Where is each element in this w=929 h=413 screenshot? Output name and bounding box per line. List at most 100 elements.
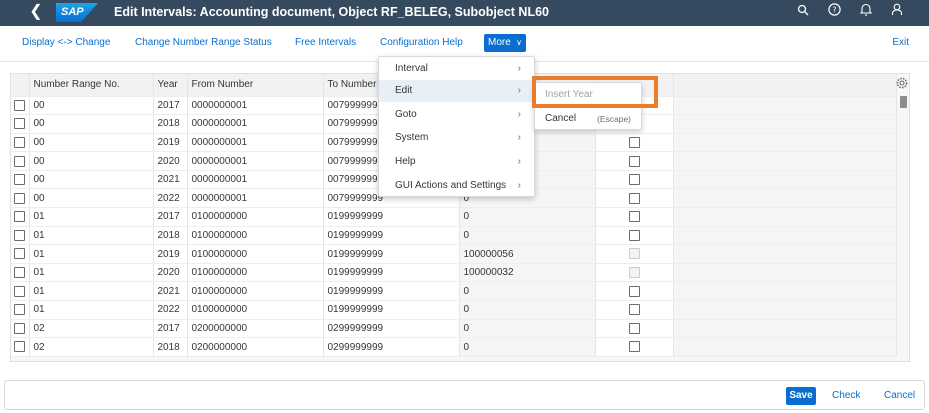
column-header-number-range[interactable]: Number Range No. <box>29 74 154 97</box>
settings-icon[interactable] <box>896 77 908 89</box>
display-change-button[interactable]: Display <-> Change <box>22 37 110 48</box>
back-icon[interactable]: ❮ <box>26 2 46 22</box>
menu-item-edit[interactable]: Edit › <box>379 80 534 102</box>
table-row[interactable]: 01 2017 0100000000 0199999999 0 <box>11 207 897 227</box>
row-selector-cell[interactable] <box>11 96 30 116</box>
cell-from-number[interactable]: 0000000001 <box>187 133 324 153</box>
exit-button[interactable]: Exit <box>892 37 909 48</box>
save-button[interactable]: Save <box>786 387 816 405</box>
row-selector-cell[interactable] <box>11 319 30 339</box>
row-selector-cell[interactable] <box>11 114 30 134</box>
row-select-checkbox[interactable] <box>14 174 25 186</box>
row-select-checkbox[interactable] <box>14 322 25 334</box>
row-selector-cell[interactable] <box>11 263 30 283</box>
column-header-from[interactable]: From Number <box>187 74 324 97</box>
row-select-checkbox[interactable] <box>14 285 25 297</box>
cell-external <box>595 300 674 320</box>
row-select-checkbox[interactable] <box>14 304 25 316</box>
page-title: Edit Intervals: Accounting document, Obj… <box>114 5 550 19</box>
external-checkbox[interactable] <box>628 192 640 204</box>
cancel-button[interactable]: Cancel <box>884 390 915 401</box>
cell-to-number[interactable]: 0199999999 <box>323 244 460 264</box>
row-select-checkbox[interactable] <box>14 118 25 130</box>
row-select-checkbox[interactable] <box>14 229 25 241</box>
external-checkbox[interactable] <box>628 211 640 223</box>
cell-year: 2022 <box>153 300 188 320</box>
row-selector-cell[interactable] <box>11 207 30 227</box>
cancel-menu-item[interactable]: Cancel <box>545 113 576 124</box>
table-row[interactable]: 02 2017 0200000000 0299999999 0 <box>11 319 897 339</box>
row-selector-cell[interactable] <box>11 281 30 302</box>
vertical-scrollbar[interactable] <box>900 96 907 108</box>
table-row[interactable]: 01 2020 0100000000 0199999999 100000032 <box>11 263 897 283</box>
cell-to-number[interactable]: 0199999999 <box>323 207 460 227</box>
external-checkbox[interactable] <box>628 229 640 241</box>
row-select-checkbox[interactable] <box>14 341 25 353</box>
cell-from-number[interactable]: 0000000001 <box>187 151 324 171</box>
row-select-checkbox[interactable] <box>14 99 25 111</box>
check-button[interactable]: Check <box>832 390 860 401</box>
search-icon[interactable] <box>794 3 812 21</box>
row-selector-cell[interactable] <box>11 337 30 357</box>
menu-item-system[interactable]: System › <box>379 127 534 149</box>
user-icon[interactable] <box>888 3 906 21</box>
cell-from-number[interactable]: 0100000000 <box>187 300 324 320</box>
cell-from-number[interactable]: 0000000001 <box>187 96 324 116</box>
external-checkbox[interactable] <box>628 155 640 167</box>
cell-to-number[interactable]: 0199999999 <box>323 263 460 283</box>
cell-from-number[interactable]: 0000000001 <box>187 188 324 209</box>
external-checkbox[interactable] <box>628 136 640 148</box>
cell-from-number[interactable]: 0200000000 <box>187 337 324 357</box>
row-selector-cell[interactable] <box>11 151 30 171</box>
menu-item-gui-actions[interactable]: GUI Actions and Settings › <box>379 175 534 197</box>
row-select-checkbox[interactable] <box>14 211 25 223</box>
table-row[interactable]: 01 2018 0100000000 0199999999 0 <box>11 226 897 246</box>
row-selector-cell[interactable] <box>11 170 30 190</box>
table-row[interactable]: 01 2022 0100000000 0199999999 0 <box>11 300 897 320</box>
table-row[interactable]: 01 2019 0100000000 0199999999 100000056 <box>11 244 897 264</box>
row-selector-cell[interactable] <box>11 133 30 153</box>
cell-year: 2017 <box>153 207 188 227</box>
cell-from-number[interactable]: 0100000000 <box>187 263 324 283</box>
cell-from-number[interactable]: 0100000000 <box>187 207 324 227</box>
cell-from-number[interactable]: 0100000000 <box>187 244 324 264</box>
more-button[interactable]: More ∨ <box>484 34 526 52</box>
row-selector-cell[interactable] <box>11 188 30 209</box>
cell-from-number[interactable]: 0100000000 <box>187 281 324 302</box>
cell-from-number[interactable]: 0000000001 <box>187 114 324 134</box>
external-checkbox[interactable] <box>628 174 640 186</box>
cell-to-number[interactable]: 0299999999 <box>323 337 460 357</box>
cell-to-number[interactable]: 0199999999 <box>323 226 460 246</box>
help-icon[interactable]: ? <box>825 3 843 21</box>
row-selector-cell[interactable] <box>11 244 30 264</box>
row-select-checkbox[interactable] <box>14 267 25 279</box>
cell-to-number[interactable]: 0299999999 <box>323 319 460 339</box>
cell-to-number[interactable]: 0199999999 <box>323 281 460 302</box>
table-row[interactable]: 01 2021 0100000000 0199999999 0 <box>11 281 897 302</box>
menu-item-goto[interactable]: Goto › <box>379 104 534 126</box>
external-checkbox[interactable] <box>628 322 640 334</box>
row-selector-cell[interactable] <box>11 300 30 320</box>
cell-from-number[interactable]: 0000000001 <box>187 170 324 190</box>
cell-year: 2018 <box>153 114 188 134</box>
cell-from-number[interactable]: 0100000000 <box>187 226 324 246</box>
table-row[interactable]: 02 2018 0200000000 0299999999 0 <box>11 337 897 357</box>
configuration-help-button[interactable]: Configuration Help <box>380 37 463 48</box>
row-select-checkbox[interactable] <box>14 155 25 167</box>
external-checkbox[interactable] <box>628 304 640 316</box>
external-checkbox[interactable] <box>628 285 640 297</box>
cell-number-range: 01 <box>29 263 154 283</box>
cell-from-number[interactable]: 0200000000 <box>187 319 324 339</box>
row-select-checkbox[interactable] <box>14 136 25 148</box>
row-select-checkbox[interactable] <box>14 248 25 260</box>
cell-to-number[interactable]: 0199999999 <box>323 300 460 320</box>
row-selector-cell[interactable] <box>11 226 30 246</box>
menu-item-interval[interactable]: Interval › <box>379 58 534 80</box>
free-intervals-button[interactable]: Free Intervals <box>295 37 356 48</box>
column-header-year[interactable]: Year <box>153 74 188 97</box>
change-status-button[interactable]: Change Number Range Status <box>135 37 272 48</box>
notifications-icon[interactable] <box>857 3 875 21</box>
external-checkbox[interactable] <box>628 341 640 353</box>
row-select-checkbox[interactable] <box>14 192 25 204</box>
menu-item-help[interactable]: Help › <box>379 151 534 173</box>
